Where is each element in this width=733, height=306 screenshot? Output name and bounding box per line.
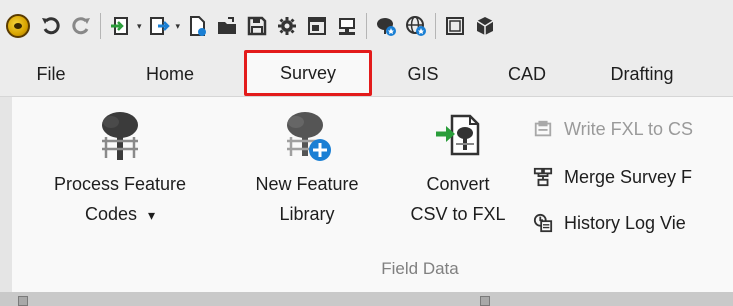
- ribbon-panel: Process Feature Codes ▾ New Feature Libr…: [0, 96, 733, 293]
- new-feature-library-label-line2: Library: [279, 204, 335, 224]
- save-icon[interactable]: [242, 11, 272, 41]
- undo-icon[interactable]: [36, 11, 66, 41]
- history-log-label: History Log Vie: [564, 212, 686, 233]
- merge-survey-label: Merge Survey F: [564, 166, 693, 187]
- write-fxl-to-csv-button[interactable]: Write FXL to CS: [532, 113, 693, 145]
- tab-gis[interactable]: GIS: [372, 52, 474, 96]
- export-icon[interactable]: [144, 11, 174, 41]
- toolbar-separator: [435, 13, 437, 39]
- merge-survey-button[interactable]: Merge Survey F: [532, 161, 692, 193]
- frame-icon[interactable]: [440, 11, 470, 41]
- convert-csv-label-line2: CSV to FXL: [410, 204, 506, 224]
- cube-icon[interactable]: [470, 11, 500, 41]
- tab-drafting[interactable]: Drafting: [580, 52, 704, 96]
- open-folder-icon[interactable]: [212, 11, 242, 41]
- redo-icon[interactable]: [66, 11, 96, 41]
- new-feature-library-button[interactable]: New Feature Library: [236, 103, 378, 229]
- convert-csv-to-fxl-button[interactable]: Convert CSV to FXL: [394, 103, 522, 229]
- chevron-down-icon: ▾: [148, 207, 156, 223]
- tree-star-icon[interactable]: [371, 11, 401, 41]
- app-logo-icon[interactable]: [6, 14, 30, 38]
- tab-survey[interactable]: Survey: [244, 50, 372, 96]
- import-icon[interactable]: [105, 11, 135, 41]
- new-file-icon[interactable]: [182, 11, 212, 41]
- import-dropdown-icon[interactable]: ▾: [137, 21, 142, 32]
- tree-fence-icon: [92, 103, 148, 169]
- ribbon-tabs: File Home Survey GIS CAD Drafting: [0, 50, 733, 96]
- write-fxl-label: Write FXL to CS: [564, 118, 694, 139]
- panel-handle[interactable]: [18, 296, 28, 306]
- toolbar-separator: [366, 13, 368, 39]
- globe-star-icon[interactable]: [401, 11, 431, 41]
- ribbon-left-edge: [0, 97, 12, 293]
- settings-gear-icon[interactable]: [272, 11, 302, 41]
- export-dropdown-icon[interactable]: ▾: [176, 21, 181, 32]
- group-label-field-data: Field Data: [381, 259, 459, 278]
- history-log-icon: [532, 212, 554, 234]
- tab-cad[interactable]: CAD: [474, 52, 580, 96]
- process-feature-codes-label-line1: Process Feature: [53, 174, 187, 194]
- window-icon[interactable]: [302, 11, 332, 41]
- tab-file[interactable]: File: [0, 52, 96, 96]
- history-log-viewer-button[interactable]: History Log Vie: [532, 207, 686, 239]
- convert-csv-label-line1: Convert: [426, 174, 490, 194]
- merge-icon: [532, 166, 554, 188]
- tab-home[interactable]: Home: [96, 52, 244, 96]
- process-feature-codes-label-line2: Codes ▾: [84, 204, 156, 224]
- new-feature-library-label-line1: New Feature: [255, 174, 359, 194]
- monitor-icon[interactable]: [332, 11, 362, 41]
- panel-handle[interactable]: [480, 296, 490, 306]
- write-fxl-icon: [532, 118, 554, 140]
- tree-add-icon: [279, 103, 335, 169]
- quick-access-toolbar: ▾ ▾: [0, 0, 733, 52]
- bottom-panel-strip: [0, 292, 733, 306]
- toolbar-separator: [100, 13, 101, 39]
- process-feature-codes-button[interactable]: Process Feature Codes ▾: [34, 103, 206, 230]
- convert-file-icon: [430, 103, 486, 169]
